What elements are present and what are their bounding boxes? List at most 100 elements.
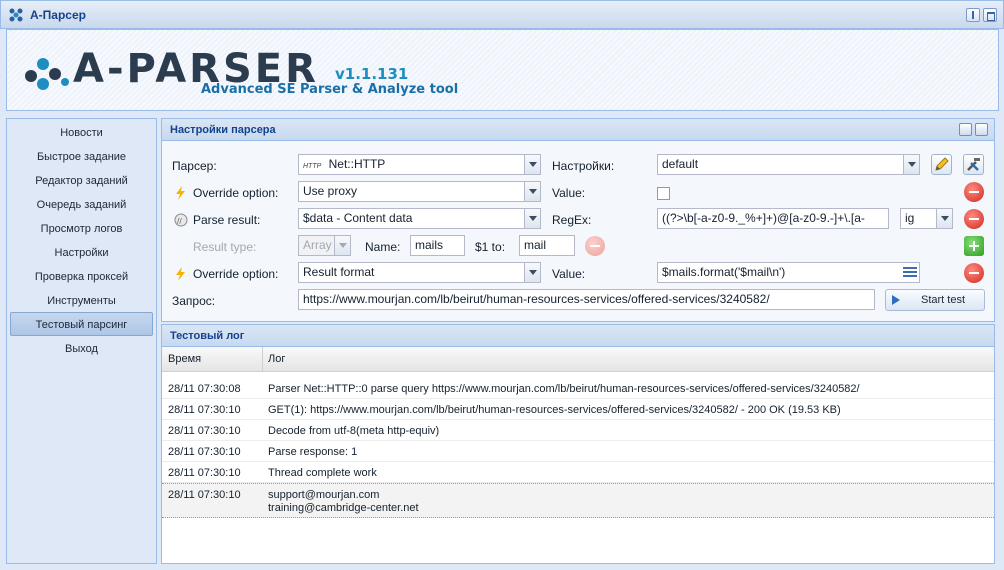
sidebar-item-settings[interactable]: Настройки [10, 240, 153, 264]
app-logo-icon [9, 8, 23, 21]
remove-regex-button[interactable] [964, 209, 984, 229]
add-option-button[interactable] [964, 236, 984, 256]
result-type-select[interactable]: Array [298, 235, 351, 256]
log-result-line-2: training@cambridge-center.net [268, 502, 419, 514]
log-time: 28/11 07:30:08 [168, 383, 241, 395]
parser-tools-button[interactable] [963, 154, 984, 175]
test-log-panel: Тестовый лог Время Лог 28/11 07:30:08 Pa… [161, 324, 995, 564]
regex-label: RegEx: [552, 213, 592, 227]
logo-subtitle: Advanced SE Parser & Analyze tool [201, 82, 459, 97]
result-type-value: Array [303, 238, 332, 252]
play-icon [892, 295, 900, 305]
maximize-icon[interactable] [983, 8, 997, 22]
log-message: Decode from utf-8(meta http-equiv) [268, 425, 440, 437]
chevron-down-icon[interactable] [903, 155, 919, 174]
log-time: 28/11 07:30:10 [168, 425, 241, 437]
log-message: Parser Net::HTTP::0 parse query https://… [268, 383, 860, 395]
table-row[interactable]: 28/11 07:30:10 Thread complete work [162, 462, 994, 483]
dollar1-to-label: $1 to: [475, 240, 506, 254]
settings-panel-title: Настройки парсера [170, 124, 276, 136]
sidebar-item-task-editor[interactable]: Редактор заданий [10, 168, 153, 192]
log-table-header: Время Лог [162, 347, 994, 372]
settings-panel-header: Настройки парсера [162, 119, 994, 141]
a-parser-logo-icon [25, 58, 69, 90]
start-test-button[interactable]: Start test [885, 289, 985, 311]
result-format-input[interactable]: $mails.format('$mail\n') [657, 262, 920, 283]
panel-gear-icon[interactable] [959, 123, 972, 136]
start-test-label: Start test [921, 294, 966, 306]
column-log-header[interactable]: Лог [268, 353, 285, 365]
parse-result-value: $data - Content data [303, 211, 413, 225]
remove-result-button[interactable] [585, 236, 605, 256]
override-option-value-2: Result format [303, 265, 375, 279]
lightning-icon [176, 267, 185, 281]
wrench-hammer-icon [967, 158, 980, 171]
parse-result-label: Parse result: [193, 213, 261, 227]
parse-result-select[interactable]: $data - Content data [298, 208, 541, 229]
log-panel-header: Тестовый лог [162, 325, 994, 347]
sidebar-item-news[interactable]: Новости [10, 120, 153, 144]
chevron-down-icon[interactable] [524, 209, 540, 228]
list-editor-icon[interactable] [903, 266, 917, 279]
sidebar-item-exit[interactable]: Выход [10, 336, 153, 360]
chevron-down-icon[interactable] [936, 209, 952, 228]
override-option-label-2: Override option: [193, 267, 279, 281]
override-option-select-1[interactable]: Use proxy [298, 181, 541, 202]
log-message: support@mourjan.com training@cambridge-c… [268, 489, 419, 515]
log-time: 28/11 07:30:10 [168, 446, 241, 458]
table-row[interactable]: 28/11 07:30:10 Decode from utf-8(meta ht… [162, 420, 994, 441]
parser-select[interactable]: HTTP Net::HTTP [298, 154, 541, 175]
regex-flags-select[interactable]: ig [900, 208, 953, 229]
sidebar-item-test-parsing[interactable]: Тестовый парсинг [10, 312, 153, 336]
override-option-select-2[interactable]: Result format [298, 262, 541, 283]
override-option-value-1: Use proxy [303, 184, 358, 198]
sidebar-item-view-logs[interactable]: Просмотр логов [10, 216, 153, 240]
settings-preset-value: default [662, 157, 699, 171]
logo-version: v1.1.131 [335, 65, 409, 83]
table-row[interactable]: 28/11 07:30:10 GET(1): https://www.mourj… [162, 399, 994, 420]
column-time-header[interactable]: Время [168, 353, 201, 365]
value-label-2: Value: [552, 267, 586, 281]
window-titlebar: A-Парсер [0, 0, 1004, 29]
parser-select-value: Net::HTTP [328, 157, 386, 171]
table-row[interactable]: 28/11 07:30:10 Parse response: 1 [162, 441, 994, 462]
sidebar-item-task-queue[interactable]: Очередь заданий [10, 192, 153, 216]
regex-flags-value: ig [905, 211, 915, 225]
settings-label: Настройки: [552, 159, 615, 173]
use-proxy-checkbox[interactable] [657, 187, 670, 200]
dollar1-to-input[interactable]: mail [519, 235, 575, 256]
regex-icon: // [174, 213, 188, 227]
sidebar-item-proxy-check[interactable]: Проверка проксей [10, 264, 153, 288]
parser-label: Парсер: [172, 159, 217, 173]
settings-preset-select[interactable]: default [657, 154, 920, 175]
window-title: A-Парсер [30, 7, 86, 22]
chevron-down-icon[interactable] [334, 236, 350, 255]
log-result-line-1: support@mourjan.com [268, 489, 380, 501]
log-time: 28/11 07:30:10 [168, 467, 241, 479]
chevron-down-icon[interactable] [524, 263, 540, 282]
override-option-label-1: Override option: [193, 186, 279, 200]
remove-option-button-1[interactable] [964, 182, 984, 202]
app-header: A-PARSER v1.1.131 Advanced SE Parser & A… [6, 29, 999, 111]
panel-collapse-icon[interactable] [975, 123, 988, 136]
name-input[interactable]: mails [410, 235, 465, 256]
table-row[interactable]: 28/11 07:30:08 Parser Net::HTTP::0 parse… [162, 378, 994, 399]
sidebar-item-tools[interactable]: Инструменты [10, 288, 153, 312]
parser-settings-panel: Настройки парсера Парсер: HTTP Net::HTTP… [161, 118, 995, 322]
sidebar-item-quick-task[interactable]: Быстрое задание [10, 144, 153, 168]
pin-icon[interactable] [966, 8, 980, 22]
chevron-down-icon[interactable] [524, 155, 540, 174]
value-label-1: Value: [552, 186, 586, 200]
chevron-down-icon[interactable] [524, 182, 540, 201]
result-type-label: Result type: [193, 240, 257, 254]
edit-settings-button[interactable] [931, 154, 952, 175]
table-row-selected[interactable]: 28/11 07:30:10 support@mourjan.com train… [162, 483, 994, 518]
regex-input[interactable]: ((?>\b[-a-z0-9._%+]+)@[a-z0-9.-]+\.[a- [657, 208, 889, 229]
log-message: Parse response: 1 [268, 446, 358, 458]
svg-text://: // [177, 217, 182, 225]
name-label: Name: [365, 240, 401, 254]
query-input[interactable]: https://www.mourjan.com/lb/beirut/human-… [298, 289, 875, 310]
log-message: Thread complete work [268, 467, 377, 479]
pencil-icon [935, 157, 949, 171]
remove-option-button-2[interactable] [964, 263, 984, 283]
